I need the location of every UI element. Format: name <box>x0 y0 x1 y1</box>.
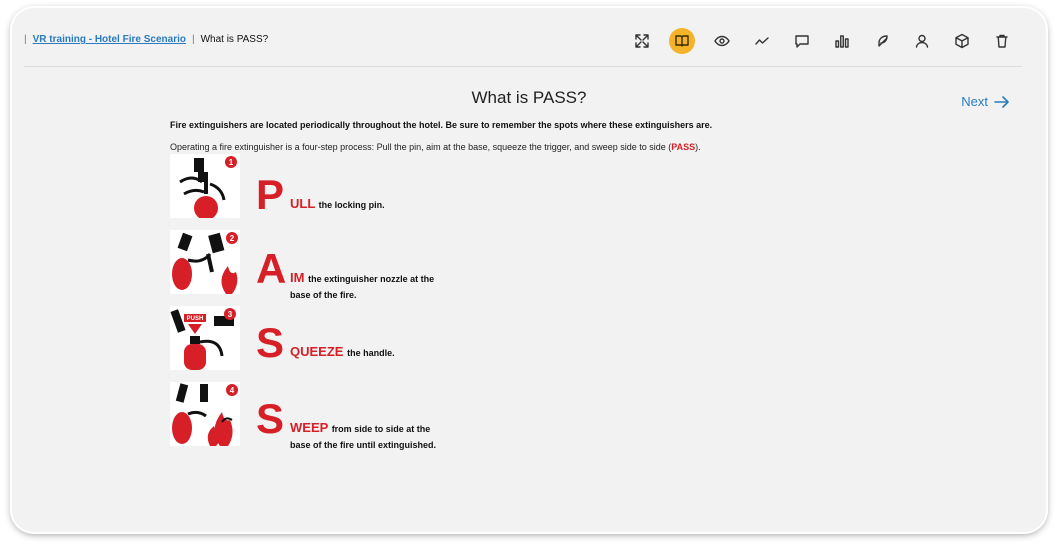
comment-button[interactable] <box>782 27 822 55</box>
intro-text-main: Operating a fire extinguisher is a four-… <box>170 142 672 152</box>
chart-button[interactable] <box>822 27 862 55</box>
intro-text-end: ). <box>695 142 701 152</box>
feather-icon <box>878 35 888 47</box>
breadcrumb-separator: | <box>191 34 195 45</box>
app-frame: | VR training - Hotel Fire Scenario | Wh… <box>12 8 1046 532</box>
step-letter: A <box>256 245 287 292</box>
step-number: 4 <box>230 386 235 395</box>
step-desc-line1: the handle. <box>347 348 395 358</box>
push-label: PUSH <box>187 316 204 322</box>
breadcrumb: | VR training - Hotel Fire Scenario | Wh… <box>24 34 268 45</box>
step-letter: P <box>256 171 285 218</box>
intro-bold-text: Fire extinguishers are located periodica… <box>170 120 713 130</box>
expand-button[interactable] <box>622 27 662 55</box>
step-number: 3 <box>228 310 233 319</box>
aim-nozzle-icon: 2 <box>172 232 238 294</box>
step-word-rest: IM <box>290 270 305 285</box>
next-label: Next <box>961 94 988 109</box>
top-bar: | VR training - Hotel Fire Scenario | Wh… <box>24 18 1022 67</box>
chart-icon <box>835 35 849 48</box>
delete-button[interactable] <box>982 27 1022 55</box>
step-number: 1 <box>229 158 234 167</box>
step-word: QUEEZE the handle. <box>290 344 395 359</box>
analytics-button[interactable] <box>742 27 782 55</box>
pull-pin-icon: 1 <box>179 156 237 220</box>
step-number: 2 <box>230 234 235 243</box>
user-icon <box>915 34 929 48</box>
active-highlight <box>669 28 695 54</box>
arrow-right-icon <box>994 95 1009 108</box>
page-title: What is PASS? <box>471 88 587 107</box>
step-desc-line1: from side to side at the <box>331 424 431 434</box>
trash-icon <box>996 34 1008 48</box>
step-word: ULL the locking pin. <box>290 196 385 211</box>
pull-illustration: 1 <box>170 154 240 220</box>
step-word-rest: ULL <box>290 196 316 211</box>
step-desc-line2: base of the fire until extinguished. <box>290 440 437 450</box>
squeeze-handle-icon: PUSH 3 <box>170 308 236 370</box>
step-squeeze: PUSH 3 S QUEEZE the handle. <box>170 306 590 370</box>
view-button[interactable] <box>702 27 742 55</box>
trend-icon <box>755 37 769 45</box>
cube-icon <box>955 33 969 49</box>
comment-icon <box>795 35 809 48</box>
step-word-rest: WEEP <box>290 420 329 435</box>
step-letter: S <box>256 395 285 442</box>
squeeze-illustration: PUSH 3 <box>170 306 240 370</box>
breadcrumb-separator: | <box>24 34 27 45</box>
step-desc-line2: base of the fire. <box>290 290 357 300</box>
cube-button[interactable] <box>942 27 982 55</box>
step-desc-line1: the extinguisher nozzle at the <box>308 274 435 284</box>
breadcrumb-current: What is PASS? <box>200 34 269 45</box>
step-word-rest: QUEEZE <box>290 344 344 359</box>
breadcrumb-link-course[interactable]: VR training - Hotel Fire Scenario <box>33 34 186 45</box>
next-button[interactable]: Next <box>961 94 1010 109</box>
step-desc-line1: the locking pin. <box>318 200 385 210</box>
step-sweep: 4 S WEEP from side to side at the base o… <box>170 382 590 450</box>
sweep-illustration: 4 <box>170 382 240 446</box>
book-button[interactable] <box>662 27 702 55</box>
sweep-fire-icon: 4 <box>172 383 238 446</box>
toolbar <box>622 27 1022 55</box>
aim-illustration: 2 <box>170 230 240 294</box>
expand-icon <box>635 34 649 48</box>
book-icon <box>675 35 689 47</box>
feather-button[interactable] <box>862 27 902 55</box>
intro-text: Operating a fire extinguisher is a four-… <box>170 142 701 152</box>
step-aim: 2 A IM the extinguisher nozzle at the ba… <box>170 230 590 300</box>
step-word: IM the extinguisher nozzle at the <box>290 270 434 285</box>
step-pull: 1 P ULL the locking pin. <box>170 154 590 220</box>
step-word: WEEP from side to side at the <box>290 420 430 435</box>
intro-pass: PASS <box>671 142 696 152</box>
eye-icon <box>714 35 730 47</box>
user-button[interactable] <box>902 27 942 55</box>
step-letter: S <box>256 319 285 366</box>
